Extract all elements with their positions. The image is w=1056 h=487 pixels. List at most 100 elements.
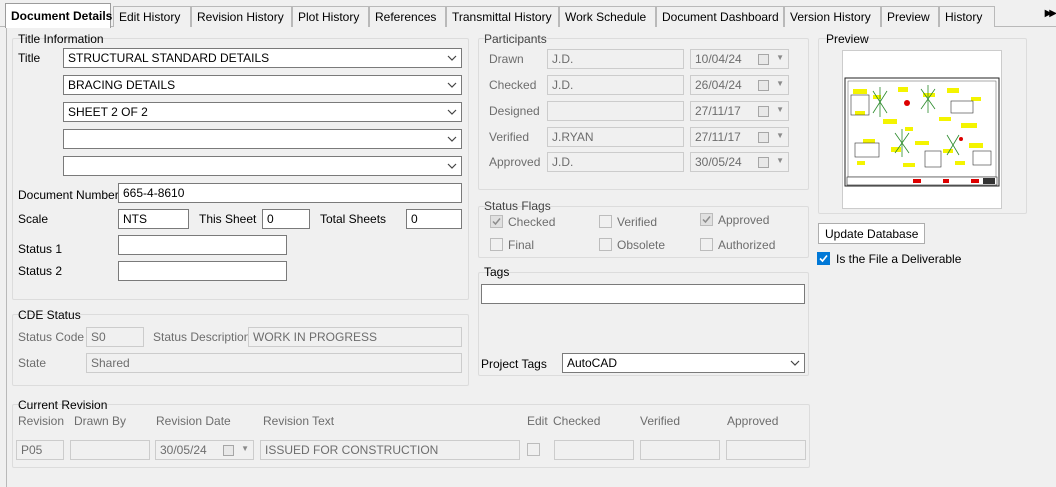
cde-status-group	[12, 314, 469, 386]
status-description-field: WORK IN PROGRESS	[248, 327, 462, 347]
status-1-label: Status 1	[18, 242, 63, 256]
participant-role-label: Drawn	[489, 52, 524, 66]
participant-name-field: J.D.	[547, 49, 684, 69]
preview-heading: Preview	[826, 32, 869, 46]
participant-date-picker: 30/05/24 ▼	[690, 152, 789, 172]
participant-date-picker: 27/11/17 ▼	[690, 127, 789, 147]
cde-status-heading: CDE Status	[18, 308, 81, 322]
revision-field: P05	[16, 440, 64, 460]
flag-approved-label: Approved	[718, 213, 770, 227]
approved-header: Approved	[727, 414, 779, 428]
participant-name-field: J.D.	[547, 152, 684, 172]
status-flags-heading: Status Flags	[484, 199, 551, 213]
tab-transmittal-history[interactable]: Transmittal History	[446, 6, 559, 27]
participant-date-value: 27/11/17	[695, 104, 741, 118]
tab-references[interactable]: References	[369, 6, 446, 27]
state-label: State	[18, 356, 47, 370]
participant-role-label: Designed	[489, 104, 540, 118]
revision-date-header: Revision Date	[156, 414, 231, 428]
project-tags-label: Project Tags	[481, 357, 547, 371]
tab-history[interactable]: History	[939, 6, 995, 27]
status-description-label: Status Description	[153, 330, 251, 344]
tab-scroll-right-icon[interactable]: ▶▶	[1045, 8, 1056, 19]
participant-date-value: 26/04/24	[695, 78, 742, 92]
participant-role-label: Approved	[489, 155, 541, 169]
revision-header: Revision	[18, 414, 65, 428]
title-line-1-value: STRUCTURAL STANDARD DETAILS	[68, 51, 270, 65]
participants-heading: Participants	[484, 32, 547, 46]
tags-heading: Tags	[484, 265, 510, 279]
check-icon	[819, 254, 828, 263]
verified-header: Verified	[640, 414, 681, 428]
title-line-3-value: SHEET 2 OF 2	[68, 105, 148, 119]
flag-obsolete-label: Obsolete	[617, 238, 666, 252]
panel-border	[6, 27, 7, 487]
calendar-icon	[223, 445, 234, 456]
tab-edit-history[interactable]: Edit History	[113, 6, 191, 27]
tab-version-history[interactable]: Version History	[784, 6, 881, 27]
rev-checked-field	[554, 440, 634, 460]
title-line-3-combo[interactable]: SHEET 2 OF 2	[63, 102, 462, 122]
participant-date-value: 10/04/24	[695, 52, 742, 66]
check-icon	[702, 216, 711, 224]
status-1-field[interactable]	[118, 235, 287, 255]
flag-approved-checkbox	[700, 213, 713, 226]
tab-work-schedule[interactable]: Work Schedule	[559, 6, 656, 27]
title-information-heading: Title Information	[18, 32, 104, 46]
chevron-down-icon[interactable]	[447, 132, 457, 146]
tab-revision-history[interactable]: Revision History	[191, 6, 292, 27]
chevron-down-icon[interactable]	[447, 105, 457, 119]
participant-role-label: Verified	[489, 130, 530, 144]
chevron-down-icon[interactable]	[790, 356, 800, 370]
chevron-down-icon: ▼	[776, 131, 784, 140]
tab-bar: Document Details Edit History Revision H…	[0, 0, 1056, 28]
participant-date-value: 30/05/24	[695, 155, 742, 169]
chevron-down-icon[interactable]	[447, 78, 457, 92]
chevron-down-icon: ▼	[776, 79, 784, 88]
calendar-icon	[758, 54, 769, 65]
flag-authorized-checkbox	[700, 238, 713, 251]
revision-date-picker: 30/05/24 ▼	[155, 440, 254, 460]
flag-checked-checkbox	[490, 215, 503, 228]
status-code-label: Status Code	[18, 330, 85, 344]
status-2-field[interactable]	[118, 261, 287, 281]
title-line-2-combo[interactable]: BRACING DETAILS	[63, 75, 462, 95]
total-sheets-field[interactable]: 0	[406, 209, 462, 229]
title-line-1-combo[interactable]: STRUCTURAL STANDARD DETAILS	[63, 48, 462, 68]
rev-approved-field	[726, 440, 806, 460]
drawing-preview-image	[842, 50, 1002, 209]
flag-checked-label: Checked	[508, 215, 556, 229]
document-number-label: Document Number	[18, 188, 119, 202]
participant-date-picker: 27/11/17 ▼	[690, 101, 789, 121]
update-database-button[interactable]: Update Database	[818, 223, 926, 244]
current-revision-heading: Current Revision	[18, 398, 108, 412]
chevron-down-icon[interactable]	[447, 159, 457, 173]
scale-field[interactable]: NTS	[118, 209, 189, 229]
title-line-4-combo[interactable]	[63, 129, 462, 149]
tags-field[interactable]	[481, 284, 805, 304]
project-tags-combo[interactable]: AutoCAD	[562, 353, 805, 373]
tab-preview[interactable]: Preview	[881, 6, 939, 27]
participant-role-label: Checked	[489, 78, 537, 92]
rev-verified-field	[640, 440, 720, 460]
revision-text-header: Revision Text	[263, 414, 335, 428]
flag-authorized-label: Authorized	[718, 238, 776, 252]
tab-plot-history[interactable]: Plot History	[292, 6, 369, 27]
tab-document-details[interactable]: Document Details	[5, 3, 112, 28]
edit-header: Edit	[527, 414, 548, 428]
deliverable-checkbox[interactable]	[817, 252, 830, 265]
this-sheet-field[interactable]: 0	[262, 209, 310, 229]
title-line-5-combo[interactable]	[63, 156, 462, 176]
tab-document-dashboard[interactable]: Document Dashboard	[656, 6, 784, 27]
total-sheets-label: Total Sheets	[320, 212, 387, 226]
title-line-2-value: BRACING DETAILS	[68, 78, 176, 92]
document-number-field[interactable]: 665-4-8610	[118, 183, 462, 203]
check-icon	[492, 218, 501, 226]
revision-text-field: ISSUED FOR CONSTRUCTION	[260, 440, 520, 460]
edit-checkbox	[527, 443, 540, 456]
status-code-field: S0	[86, 327, 144, 347]
participant-name-field: J.D.	[547, 75, 684, 95]
chevron-down-icon[interactable]	[447, 51, 457, 65]
chevron-down-icon: ▼	[776, 53, 784, 62]
this-sheet-label: This Sheet	[199, 212, 257, 226]
